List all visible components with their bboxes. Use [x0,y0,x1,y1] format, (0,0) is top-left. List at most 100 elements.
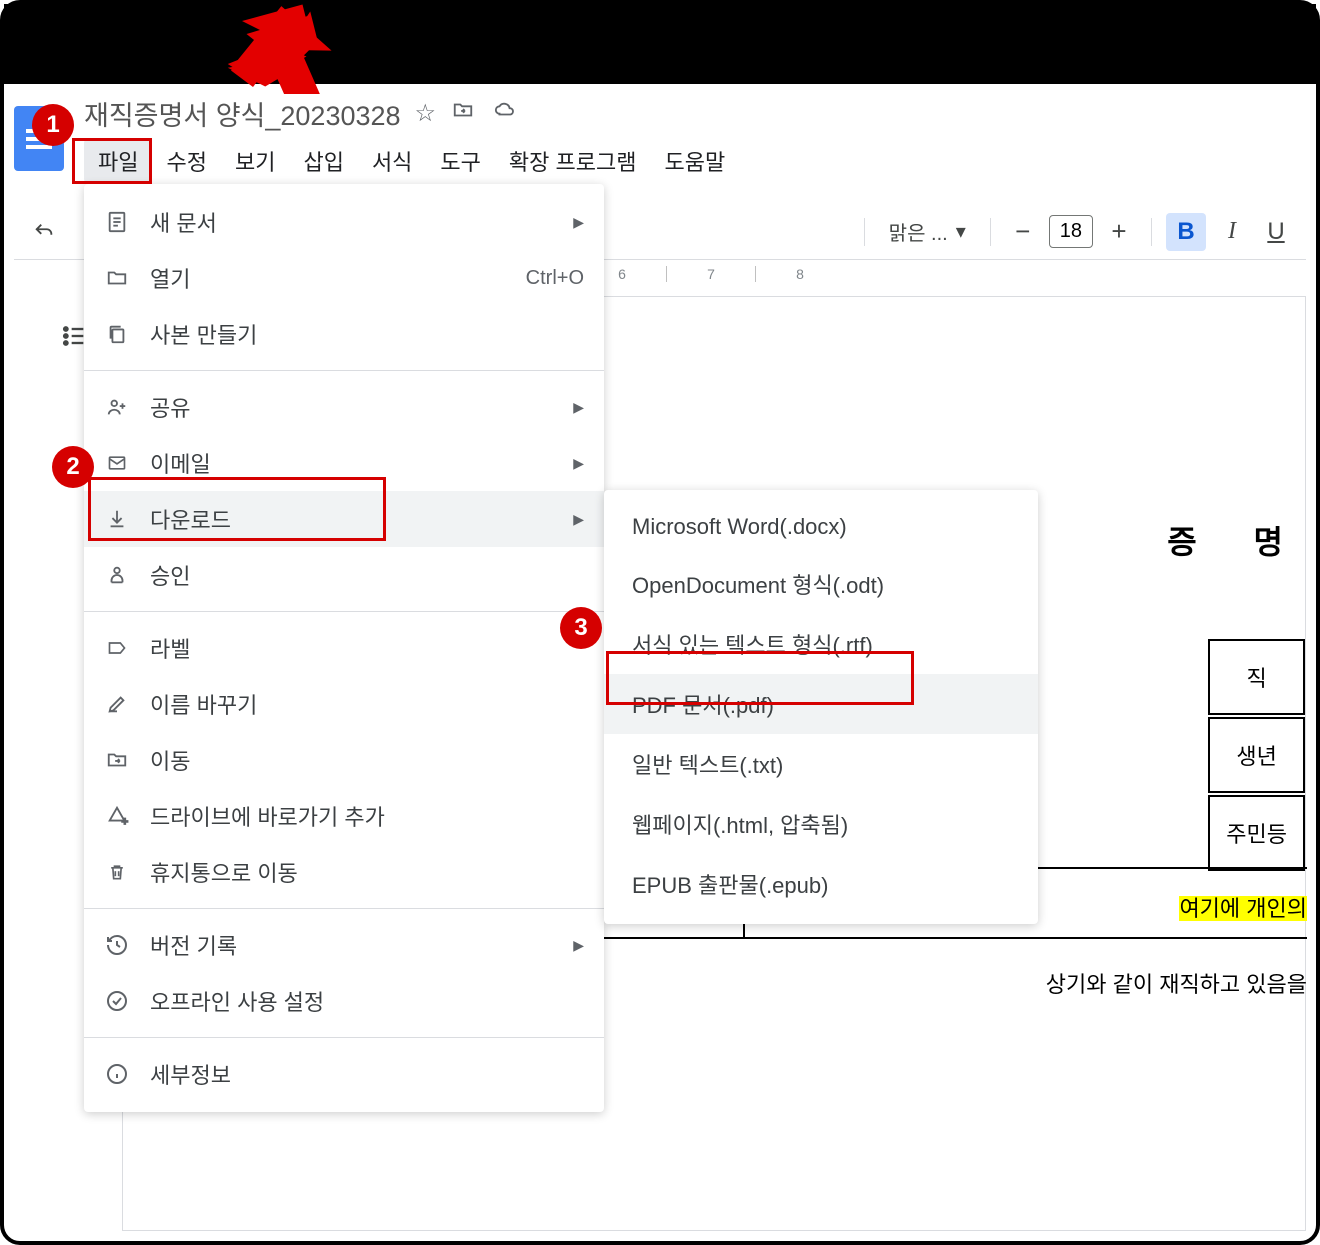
menu-item-label: 새 문서 [150,206,217,238]
submenu-arrow-icon: ▶ [573,937,584,954]
menu-item-label: 휴지통으로 이동 [150,856,298,888]
underline-button[interactable]: U [1258,214,1294,250]
menu-help[interactable]: 도움말 [650,139,739,183]
menu-item-label: 승인 [150,559,190,591]
font-size-input[interactable]: 18 [1049,215,1093,248]
table-cell: 직 [1208,639,1305,715]
move-icon [104,747,130,773]
menu-labels[interactable]: 라벨 [84,620,604,676]
menu-version-history[interactable]: 버전 기록 ▶ [84,917,604,973]
document-icon [104,209,130,235]
email-icon [104,450,130,476]
menu-rename[interactable]: 이름 바꾸기 [84,676,604,732]
menu-view[interactable]: 보기 [221,139,289,183]
edit-icon [104,691,130,717]
menu-item-label: 사본 만들기 [150,318,257,350]
history-icon [104,932,130,958]
menu-divider [84,611,604,612]
submenu-arrow-icon: ▶ [573,455,584,472]
table-cell: 생년 [1208,717,1305,793]
menu-item-label: 세부정보 [150,1058,231,1090]
offline-icon [104,988,130,1014]
download-txt[interactable]: 일반 텍스트(.txt) [604,734,1038,794]
menu-divider [84,1037,604,1038]
copy-icon [104,321,130,347]
menu-trash[interactable]: 휴지통으로 이동 [84,844,604,900]
menu-download[interactable]: 다운로드 ▶ [84,491,604,547]
keyboard-shortcut: Ctrl+O [526,267,584,290]
menu-move[interactable]: 이동 [84,732,604,788]
menu-divider [84,908,604,909]
font-name-label: 맑은 ... [889,217,948,246]
annotation-callout-3: 3 [560,607,602,649]
menu-add-shortcut[interactable]: + 드라이브에 바로가기 추가 [84,788,604,844]
menu-item-label: 열기 [150,262,190,294]
menu-item-label: 드라이브에 바로가기 추가 [150,800,385,832]
font-family-select[interactable]: 맑은 ... ▾ [879,213,976,250]
undo-button[interactable] [26,214,62,250]
table-cell: 주민등 [1208,795,1305,871]
download-icon [104,506,130,532]
cloud-saved-icon[interactable] [490,99,520,128]
menu-divider [84,370,604,371]
submenu-arrow-icon: ▶ [573,399,584,416]
menu-item-label: 라벨 [150,632,190,664]
dropdown-caret-icon: ▾ [956,219,966,244]
move-folder-icon[interactable] [450,99,476,128]
download-epub[interactable]: EPUB 출판물(.epub) [604,854,1038,914]
bold-button[interactable]: B [1166,213,1206,251]
menu-make-copy[interactable]: 사본 만들기 [84,306,604,362]
person-add-icon [104,394,130,420]
info-icon [104,1061,130,1087]
menu-item-label: 이동 [150,744,190,776]
menu-extensions[interactable]: 확장 프로그램 [495,139,651,183]
menu-tools[interactable]: 도구 [426,139,494,183]
approve-icon [104,562,130,588]
app-header: 재직증명서 양식_20230328 ☆ 파일 수정 보기 삽입 서식 도구 확장… [14,94,1306,183]
menu-item-label: 오프라인 사용 설정 [150,985,324,1017]
menu-edit[interactable]: 수정 [152,139,220,183]
menu-insert[interactable]: 삽입 [289,139,357,183]
svg-text:+: + [122,816,128,827]
download-docx[interactable]: Microsoft Word(.docx) [604,500,1038,554]
menu-file[interactable]: 파일 [84,139,152,183]
highlighted-text: 여기에 개인의 [1179,891,1307,923]
menu-details[interactable]: 세부정보 [84,1046,604,1102]
annotation-callout-2: 2 [52,446,94,488]
annotation-arrow [174,0,354,109]
menubar: 파일 수정 보기 삽입 서식 도구 확장 프로그램 도움말 [72,139,739,183]
menu-format[interactable]: 서식 [358,139,426,183]
menu-new-document[interactable]: 새 문서 ▶ [84,194,604,250]
document-table: 직 생년 주민등 [1206,637,1307,873]
menu-item-label: 공유 [150,391,190,423]
folder-icon [104,265,130,291]
drive-shortcut-icon: + [104,803,130,829]
document-footer-text: 상기와 같이 재직하고 있음을 [1046,967,1307,999]
menu-item-label: 이메일 [150,447,211,479]
download-html[interactable]: 웹페이지(.html, 압축됨) [604,794,1038,854]
download-submenu: Microsoft Word(.docx) OpenDocument 형식(.o… [604,490,1038,924]
menu-item-label: 이름 바꾸기 [150,688,257,720]
document-title[interactable]: 재직증명서 양식_20230328 [84,94,401,133]
menu-email[interactable]: 이메일 ▶ [84,435,604,491]
menu-approve[interactable]: 승인 [84,547,604,603]
menu-item-label: 다운로드 [150,503,231,535]
document-heading: 증 명 [1167,517,1307,563]
decrease-font-button[interactable]: − [1005,214,1041,250]
menu-open[interactable]: 열기 Ctrl+O [84,250,604,306]
italic-button[interactable]: I [1214,214,1250,250]
menu-offline[interactable]: 오프라인 사용 설정 [84,973,604,1029]
file-menu-dropdown: 새 문서 ▶ 열기 Ctrl+O 사본 만들기 공유 ▶ 이메일 ▶ 다운로드 … [84,184,604,1112]
increase-font-button[interactable]: + [1101,214,1137,250]
trash-icon [104,859,130,885]
download-rtf[interactable]: 서식 있는 텍스트 형식(.rtf) [604,614,1038,674]
submenu-arrow-icon: ▶ [573,511,584,528]
annotation-callout-1: 1 [32,104,74,146]
menu-share[interactable]: 공유 ▶ [84,379,604,435]
star-icon[interactable]: ☆ [415,99,437,128]
label-icon [104,635,130,661]
menu-item-label: 버전 기록 [150,929,237,961]
download-pdf[interactable]: PDF 문서(.pdf) [604,674,1038,734]
submenu-arrow-icon: ▶ [573,214,584,231]
download-odt[interactable]: OpenDocument 형식(.odt) [604,554,1038,614]
